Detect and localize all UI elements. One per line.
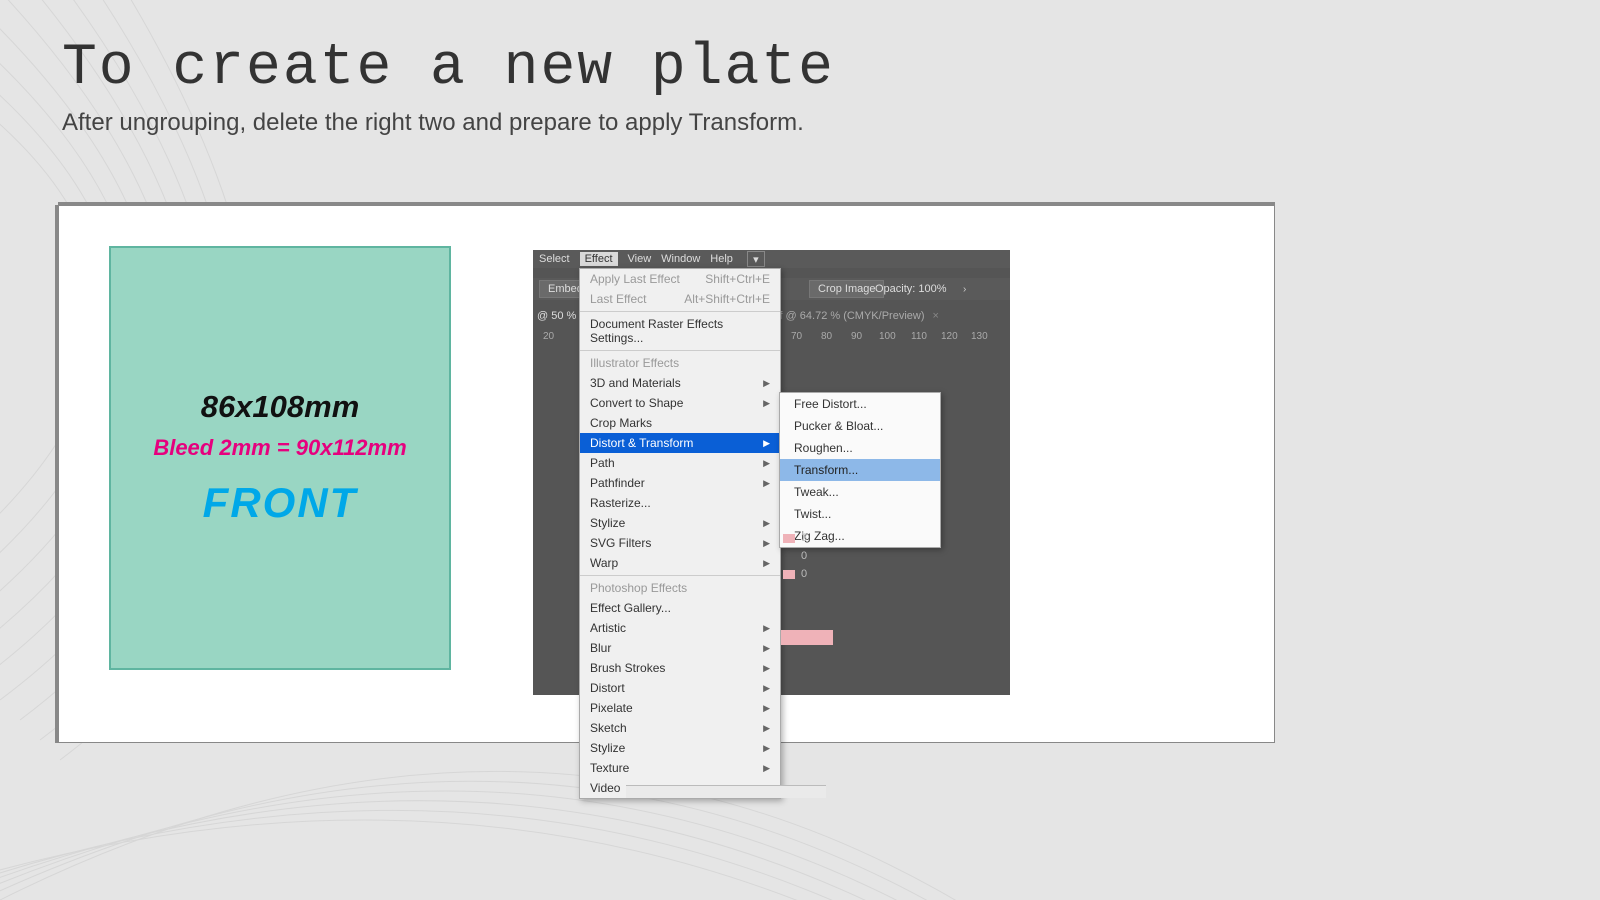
menu-view[interactable]: View (628, 253, 652, 265)
menu-ps-stylize[interactable]: Stylize▶ (580, 738, 780, 758)
plate-dimensions: 86x108mm (201, 389, 360, 425)
menu-help[interactable]: Help (710, 253, 733, 265)
menu-warp[interactable]: Warp▶ (580, 553, 780, 573)
opacity-label: Opacity: 100% (875, 283, 947, 295)
menu-artistic[interactable]: Artistic▶ (580, 618, 780, 638)
distort-transform-submenu: Free Distort... Pucker & Bloat... Roughe… (779, 392, 941, 548)
menu-crop-marks[interactable]: Crop Marks (580, 413, 780, 433)
menu-effect[interactable]: Effect (580, 252, 618, 266)
slide-title: To create a new plate (62, 36, 835, 101)
menu-window[interactable]: Window (661, 253, 700, 265)
menu-rasterize[interactable]: Rasterize... (580, 493, 780, 513)
menu-convert-to-shape[interactable]: Convert to Shape▶ (580, 393, 780, 413)
menu-select[interactable]: Select (539, 253, 570, 265)
menu-scrollbar (626, 785, 826, 798)
menu-stylize[interactable]: Stylize▶ (580, 513, 780, 533)
header-photoshop-effects: Photoshop Effects (580, 578, 780, 598)
appearance-values: 3 0 0 (783, 532, 807, 586)
menu-distort-transform[interactable]: Distort & Transform▶ (580, 433, 780, 453)
doc-tab-zoom: @ 50 % (533, 310, 576, 322)
menu-pathfinder[interactable]: Pathfinder▶ (580, 473, 780, 493)
menu-brush-strokes[interactable]: Brush Strokes▶ (580, 658, 780, 678)
submenu-roughen[interactable]: Roughen... (780, 437, 940, 459)
submenu-transform[interactable]: Transform... (780, 459, 940, 481)
submenu-pucker-bloat[interactable]: Pucker & Bloat... (780, 415, 940, 437)
swatch-icon (783, 570, 795, 579)
menu-distort[interactable]: Distort▶ (580, 678, 780, 698)
menu-texture[interactable]: Texture▶ (580, 758, 780, 778)
swatch-icon (783, 534, 795, 543)
menu-3d-materials[interactable]: 3D and Materials▶ (580, 373, 780, 393)
submenu-tweak[interactable]: Tweak... (780, 481, 940, 503)
menu-sketch[interactable]: Sketch▶ (580, 718, 780, 738)
plate-preview: 86x108mm Bleed 2mm = 90x112mm FRONT (109, 246, 451, 670)
menu-doc-raster-settings[interactable]: Document Raster Effects Settings... (580, 314, 780, 348)
chevron-right-icon[interactable]: › (963, 284, 966, 295)
plate-bleed: Bleed 2mm = 90x112mm (153, 435, 406, 461)
submenu-twist[interactable]: Twist... (780, 503, 940, 525)
crop-image-button[interactable]: Crop Image (809, 280, 884, 298)
menu-last-effect[interactable]: Last EffectAlt+Shift+Ctrl+E (580, 289, 780, 309)
menu-apply-last-effect[interactable]: Apply Last EffectShift+Ctrl+E (580, 269, 780, 289)
selection-strip (781, 630, 833, 645)
arrange-documents-icon[interactable]: ▾ (747, 251, 765, 267)
plate-front-label: FRONT (203, 479, 358, 527)
effect-dropdown: Apply Last EffectShift+Ctrl+E Last Effec… (579, 268, 781, 799)
submenu-free-distort[interactable]: Free Distort... (780, 393, 940, 415)
menu-svg-filters[interactable]: SVG Filters▶ (580, 533, 780, 553)
slide-subtitle: After ungrouping, delete the right two a… (62, 109, 835, 137)
doc-tab-info[interactable]: if @ 64.72 % (CMYK/Preview)× (777, 310, 939, 322)
menu-pixelate[interactable]: Pixelate▶ (580, 698, 780, 718)
header-illustrator-effects: Illustrator Effects (580, 353, 780, 373)
menu-effect-gallery[interactable]: Effect Gallery... (580, 598, 780, 618)
menu-blur[interactable]: Blur▶ (580, 638, 780, 658)
close-tab-icon[interactable]: × (933, 310, 939, 322)
menubar: Select Effect View Window Help ▾ (533, 250, 1010, 268)
slide-content: 86x108mm Bleed 2mm = 90x112mm FRONT Sele… (58, 205, 1275, 743)
illustrator-screenshot: Select Effect View Window Help ▾ Embed C… (533, 250, 1010, 695)
menu-path[interactable]: Path▶ (580, 453, 780, 473)
